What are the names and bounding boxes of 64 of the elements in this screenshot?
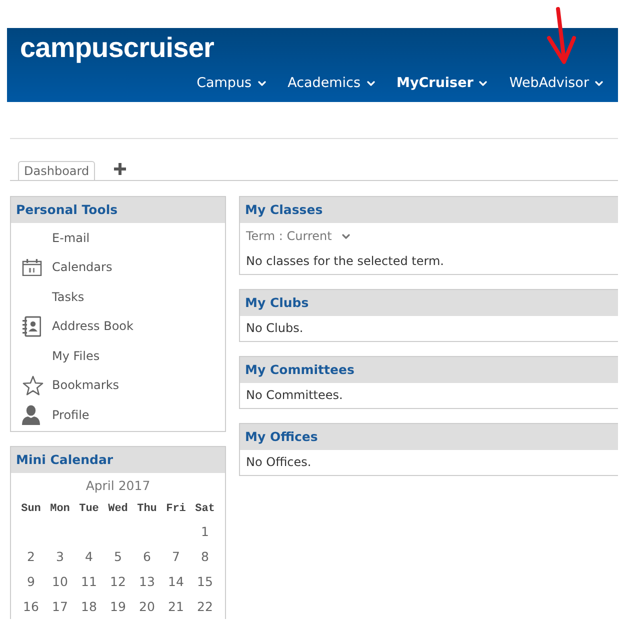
calendar-day[interactable]: 14 [168,569,184,594]
calendar-day[interactable]: 7 [172,544,180,569]
tool-link[interactable]: Profile [52,406,90,424]
nav-menu-link[interactable]: Campus [196,74,266,92]
panel-header: My Classes [240,197,618,223]
chevron-down-icon [366,80,375,86]
nav-menu-link[interactable]: WebAdvisor [509,74,603,92]
tool-link[interactable]: E-mail [52,228,90,247]
calendar-day[interactable]: 17 [52,594,68,619]
calendar-day[interactable]: 19 [110,594,126,619]
chevron-down-icon [595,80,603,86]
address-book-icon [22,316,41,337]
weekday-label: Wed [108,502,128,517]
nav-menu-link[interactable]: MyCruiser [396,74,488,92]
calendar-day[interactable]: 15 [197,569,213,594]
calendar-day[interactable]: 16 [23,594,39,619]
calendar-day[interactable]: 11 [81,569,97,594]
panel-header: My Offices [240,424,618,450]
month-title: April 2017 [86,477,150,495]
person-icon [22,404,40,425]
weekday-label: Sat [195,502,215,517]
plus-icon[interactable] [114,163,126,175]
calendar-day[interactable]: 1 [201,519,209,544]
calendar-day[interactable]: 9 [27,569,35,594]
calendar-day[interactable]: 20 [139,594,155,619]
weekday-label: Fri [166,502,186,517]
calendar-day[interactable]: 6 [143,544,151,569]
chevron-down-icon [479,80,488,86]
calendar-day[interactable]: 2 [27,544,35,569]
tool-link[interactable]: My Files [52,346,100,365]
tool-link[interactable]: Address Book [52,317,134,336]
tool-link[interactable]: Tasks [52,288,84,306]
calendar-day[interactable]: 12 [110,569,126,594]
calendar-day[interactable]: 8 [201,544,209,569]
panel-header: My Clubs [240,290,618,316]
term-dropdown[interactable]: Term : Current [240,223,356,249]
calendar-day[interactable]: 13 [139,569,155,594]
calendar-icon [22,258,42,276]
calendar-day[interactable]: 10 [52,569,68,594]
chevron-down-icon [258,80,266,86]
calendar-day[interactable]: 22 [197,594,213,619]
calendar-day[interactable]: 3 [56,544,64,569]
tool-link[interactable]: Bookmarks [52,376,120,394]
chevron-down-icon [342,234,350,238]
empty-message: No Committees. [245,387,344,404]
weekday-label: Sun [21,502,41,517]
star-icon [22,374,44,396]
dashboard-tab[interactable]: Dashboard [18,161,96,181]
calendar-day[interactable]: 21 [168,594,184,619]
nav-menu-link[interactable]: Academics [288,74,375,92]
weekday-label: Tue [79,502,99,517]
calendar-day[interactable]: 18 [81,594,97,619]
panel-header: Personal Tools [11,197,225,223]
calendar-day[interactable]: 5 [114,544,122,569]
weekday-label: Thu [137,502,157,517]
panel-header: My Committees [240,357,618,383]
brand-logo[interactable]: campuscruiser [20,34,214,62]
tool-link[interactable]: Calendars [52,258,112,276]
empty-message: No classes for the selected term. [245,253,445,270]
panel-header: Mini Calendar [11,447,225,473]
weekday-label: Mon [50,502,70,517]
empty-message: No Clubs. [245,320,304,337]
calendar-day[interactable]: 4 [85,544,93,569]
empty-message: No Offices. [245,454,312,471]
